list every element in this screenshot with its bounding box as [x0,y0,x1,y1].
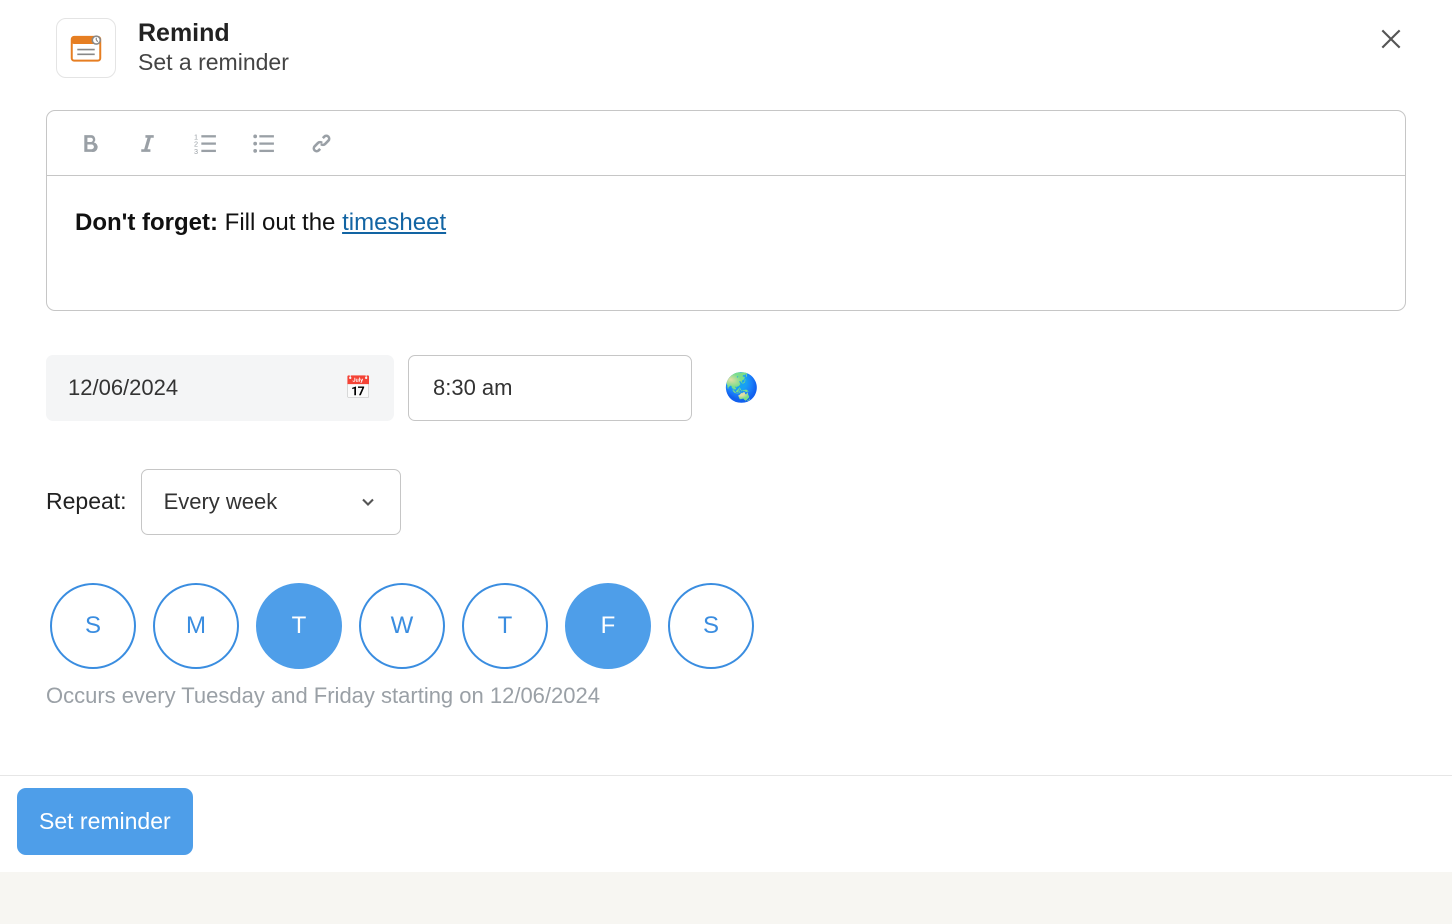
chevron-down-icon [358,492,378,512]
bullet-list-button[interactable] [249,129,277,157]
weekday-selector: SMTWTFS [50,583,1406,669]
ordered-list-button[interactable]: 1 2 3 [191,129,219,157]
content-body: Fill out the [218,209,342,236]
day-toggle-1[interactable]: M [153,583,239,669]
time-value: 8:30 am [433,375,513,401]
close-button[interactable] [1376,24,1406,54]
day-toggle-6[interactable]: S [668,583,754,669]
svg-text:3: 3 [194,146,198,155]
day-toggle-0[interactable]: S [50,583,136,669]
day-toggle-2[interactable]: T [256,583,342,669]
repeat-value: Every week [164,489,278,515]
date-picker[interactable]: 12/06/2024 📅 [46,355,394,421]
editor-content[interactable]: Don't forget: Fill out the timesheet [47,176,1405,310]
dialog-title: Remind [138,18,1354,48]
content-link[interactable]: timesheet [342,209,446,236]
day-toggle-4[interactable]: T [462,583,548,669]
footer-divider [0,775,1452,776]
calendar-icon: 📅 [345,375,372,401]
timezone-button[interactable]: 🌏 [724,371,759,404]
bold-button[interactable] [75,129,103,157]
italic-button[interactable] [133,129,161,157]
content-lead: Don't forget: [75,209,218,236]
set-reminder-button[interactable]: Set reminder [17,788,193,855]
editor-container: 1 2 3 Don't forget: Fill out the timeshe… [46,110,1406,311]
link-button[interactable] [307,129,335,157]
dialog-subtitle: Set a reminder [138,48,1354,78]
bottom-strip [0,872,1452,924]
day-toggle-3[interactable]: W [359,583,445,669]
app-icon [56,18,116,78]
repeat-select[interactable]: Every week [141,469,401,535]
date-value: 12/06/2024 [68,375,178,401]
repeat-label: Repeat: [46,488,127,515]
day-toggle-5[interactable]: F [565,583,651,669]
recurrence-summary: Occurs every Tuesday and Friday starting… [46,683,1406,709]
time-input[interactable]: 8:30 am [408,355,692,421]
editor-toolbar: 1 2 3 [47,111,1405,176]
